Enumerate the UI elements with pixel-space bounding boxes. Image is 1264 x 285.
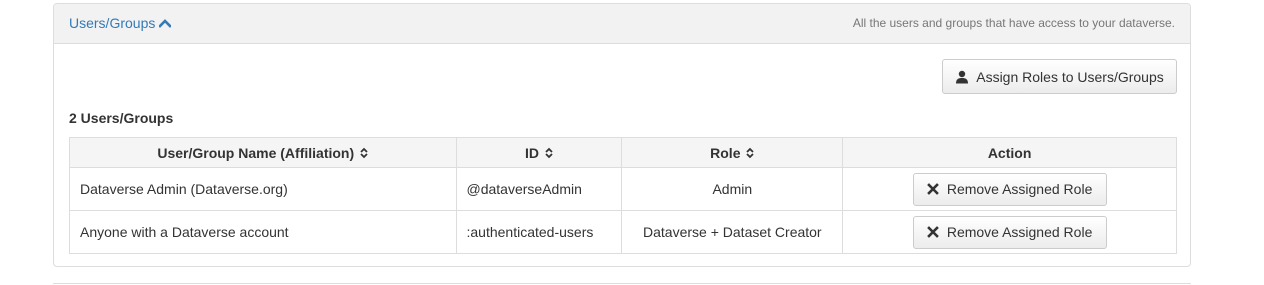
role-assignments-table: User/Group Name (Affiliation) ID Role Ac… [69,137,1177,254]
row-id-cell: @dataverseAdmin [455,167,623,211]
users-groups-toggle-label[interactable]: Users/Groups [69,15,155,31]
close-icon [926,183,939,195]
remove-assigned-role-label[interactable]: Remove Assigned Role [947,181,1093,197]
row-role-cell: Dataverse + Dataset Creator [621,210,844,254]
remove-assigned-role-button[interactable]: Remove Assigned Role [912,172,1107,206]
users-groups-toggle[interactable]: Users/Groups [69,15,172,31]
row-role-cell: Admin [621,167,844,211]
column-header-id-label[interactable]: ID [525,145,539,161]
row-id-cell: :authenticated-users [455,210,623,254]
table-row: Anyone with a Dataverse account :authent… [69,210,1177,254]
panel-help-text: All the users and groups that have acces… [852,16,1175,30]
column-header-name-label[interactable]: User/Group Name (Affiliation) [157,145,354,161]
user-icon [956,70,969,83]
panel-heading: Users/Groups All the users and groups th… [54,4,1190,44]
users-groups-count: 2 Users/Groups [69,110,174,126]
sort-icon[interactable] [545,147,553,159]
column-header-action: Action [842,137,1177,168]
row-name-cell: Anyone with a Dataverse account [69,210,457,254]
assign-roles-button-label[interactable]: Assign Roles to Users/Groups [976,69,1164,85]
chevron-up-icon[interactable] [159,18,172,28]
column-header-role-label[interactable]: Role [710,145,740,161]
close-icon [926,226,939,238]
column-header-name[interactable]: User/Group Name (Affiliation) [69,137,457,168]
section-divider [53,283,1191,284]
assign-roles-button[interactable]: Assign Roles to Users/Groups [942,59,1177,94]
sort-icon[interactable] [746,147,755,159]
remove-assigned-role-button[interactable]: Remove Assigned Role [912,215,1107,249]
row-action-cell: Remove Assigned Role [842,167,1177,211]
sort-icon[interactable] [360,147,368,159]
column-header-action-label: Action [987,144,1032,161]
users-groups-panel: Users/Groups All the users and groups th… [53,3,1191,267]
table-header-row: User/Group Name (Affiliation) ID Role Ac… [69,137,1177,168]
row-action-cell: Remove Assigned Role [842,210,1177,254]
column-header-role[interactable]: Role [621,137,844,168]
table-row: Dataverse Admin (Dataverse.org) @dataver… [69,167,1177,211]
remove-assigned-role-label[interactable]: Remove Assigned Role [947,224,1093,240]
column-header-id[interactable]: ID [455,137,623,168]
row-name-cell: Dataverse Admin (Dataverse.org) [69,167,457,211]
